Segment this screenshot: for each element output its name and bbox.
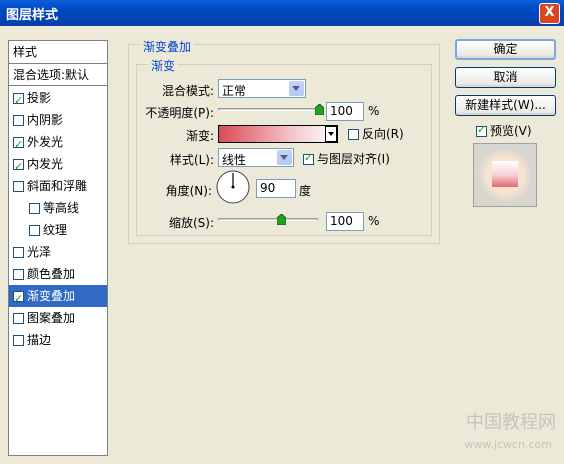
gradient-dropdown-arrow[interactable] — [325, 126, 337, 142]
chevron-down-icon — [277, 150, 292, 165]
opacity-unit: % — [368, 104, 380, 118]
gradient-style-select[interactable]: 线性 — [218, 148, 294, 167]
chevron-down-icon — [289, 81, 304, 96]
align-with-layer-option[interactable]: 与图层对齐(I) — [303, 150, 390, 167]
window-title: 图层样式 — [6, 8, 59, 23]
style-preview — [473, 143, 537, 207]
style-item-stroke[interactable]: 描边 — [9, 329, 107, 351]
style-item-label: 描边 — [27, 333, 52, 347]
bevel-emboss-checkbox[interactable] — [13, 181, 24, 192]
inner-shadow-checkbox[interactable] — [13, 115, 24, 126]
gradient-overlay-checkbox[interactable] — [13, 288, 24, 310]
reverse-checkbox[interactable] — [348, 129, 359, 140]
style-item-label: 外发光 — [27, 135, 64, 149]
pattern-overlay-checkbox[interactable] — [13, 313, 24, 324]
title-bar: 图层样式 X — [0, 0, 564, 26]
reverse-option[interactable]: 反向(R) — [348, 125, 404, 142]
group-title: 渐变叠加 — [140, 38, 195, 55]
style-list: 样式 混合选项:默认 投影 内阴影 外发光 内发光 斜面和浮雕 等高线 纹理 光… — [8, 40, 108, 456]
blend-options-item[interactable]: 混合选项:默认 — [9, 64, 107, 86]
style-item-label: 纹理 — [43, 223, 68, 237]
watermark-url: www.jcwcn.com — [464, 438, 552, 451]
opacity-slider-thumb[interactable] — [315, 104, 324, 115]
blend-mode-value: 正常 — [222, 84, 247, 98]
style-item-label: 渐变叠加 — [27, 289, 76, 303]
style-item-label: 颜色叠加 — [27, 267, 76, 281]
preview-option[interactable]: 预览(V) — [476, 122, 532, 139]
satin-checkbox[interactable] — [13, 247, 24, 258]
scale-unit: % — [368, 214, 380, 228]
contour-checkbox[interactable] — [29, 203, 40, 214]
drop-shadow-checkbox[interactable] — [13, 90, 24, 112]
style-list-header[interactable]: 样式 — [9, 41, 107, 64]
angle-input[interactable]: 90 — [256, 179, 296, 198]
cancel-button[interactable]: 取消 — [455, 67, 556, 88]
angle-dial[interactable] — [216, 170, 250, 204]
subgroup-title: 渐变 — [148, 57, 179, 74]
style-item-drop-shadow[interactable]: 投影 — [9, 87, 107, 112]
style-item-gradient-overlay[interactable]: 渐变叠加 — [9, 285, 107, 310]
watermark-logo: 中国教程网 — [466, 412, 556, 433]
blend-mode-select[interactable]: 正常 — [218, 79, 306, 98]
preview-checkbox[interactable] — [476, 123, 487, 137]
angle-unit: 度 — [299, 184, 312, 198]
style-item-texture[interactable]: 纹理 — [9, 219, 107, 241]
scale-slider-thumb[interactable] — [277, 214, 286, 225]
style-item-satin[interactable]: 光泽 — [9, 241, 107, 263]
style-label: 样式(L): — [169, 153, 214, 167]
scale-label: 缩放(S): — [168, 216, 214, 230]
style-item-inner-shadow[interactable]: 内阴影 — [9, 109, 107, 131]
style-item-label: 光泽 — [27, 245, 52, 259]
opacity-slider-track[interactable] — [218, 108, 322, 111]
gradient-style-value: 线性 — [222, 153, 247, 167]
style-item-label: 投影 — [27, 91, 52, 105]
ok-button[interactable]: 确定 — [455, 39, 556, 60]
style-item-contour[interactable]: 等高线 — [9, 197, 107, 219]
style-item-bevel-emboss[interactable]: 斜面和浮雕 — [9, 175, 107, 197]
color-overlay-checkbox[interactable] — [13, 269, 24, 280]
inner-glow-checkbox[interactable] — [13, 156, 24, 178]
texture-checkbox[interactable] — [29, 225, 40, 236]
style-item-inner-glow[interactable]: 内发光 — [9, 153, 107, 178]
style-item-label: 斜面和浮雕 — [27, 179, 88, 193]
reverse-label: 反向(R) — [362, 127, 404, 141]
style-item-outer-glow[interactable]: 外发光 — [9, 131, 107, 156]
style-item-pattern-overlay[interactable]: 图案叠加 — [9, 307, 107, 329]
close-button[interactable]: X — [539, 3, 560, 24]
style-item-label: 内阴影 — [27, 113, 64, 127]
opacity-input[interactable]: 100 — [326, 102, 364, 121]
angle-label: 角度(N): — [165, 184, 212, 198]
align-with-layer-label: 与图层对齐(I) — [317, 152, 390, 166]
gradient-picker[interactable] — [218, 125, 338, 143]
style-item-color-overlay[interactable]: 颜色叠加 — [9, 263, 107, 285]
new-style-button[interactable]: 新建样式(W)... — [455, 95, 556, 116]
opacity-label: 不透明度(P): — [145, 106, 214, 120]
scale-input[interactable]: 100 — [326, 212, 364, 231]
preview-label: 预览(V) — [490, 124, 532, 138]
gradient-label: 渐变: — [185, 129, 214, 143]
style-item-label: 图案叠加 — [27, 311, 76, 325]
style-item-label: 内发光 — [27, 157, 64, 171]
align-with-layer-checkbox[interactable] — [303, 151, 314, 165]
style-item-label: 等高线 — [43, 201, 80, 215]
outer-glow-checkbox[interactable] — [13, 134, 24, 156]
stroke-checkbox[interactable] — [13, 335, 24, 346]
scale-slider-track[interactable] — [218, 218, 318, 221]
blend-mode-label: 混合模式: — [161, 84, 214, 98]
